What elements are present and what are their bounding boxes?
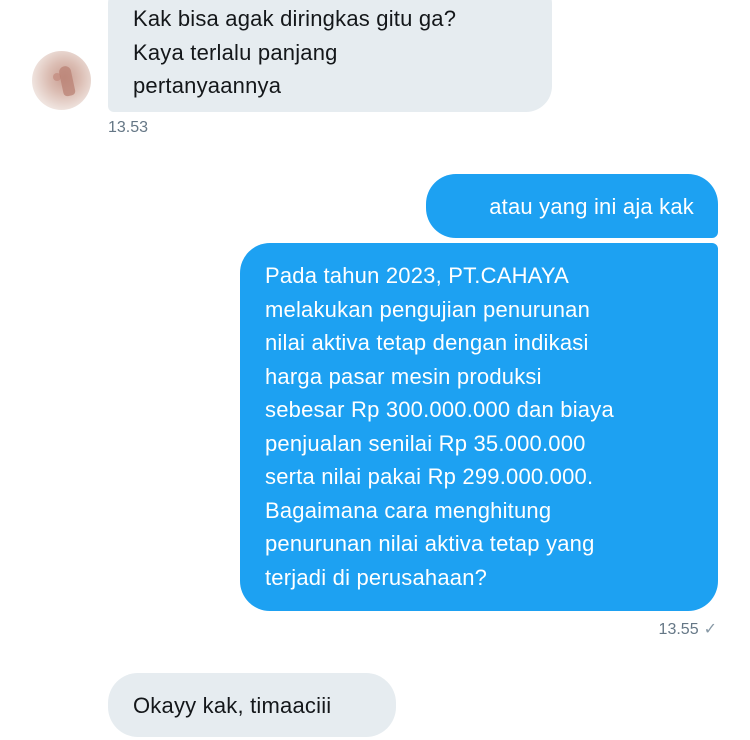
incoming-message-bubble[interactable]: Okayy kak, timaaciii (108, 673, 396, 737)
message-timestamp: 13.55 (658, 621, 699, 638)
outgoing-message-bubble[interactable]: atau yang ini aja kak (426, 174, 718, 238)
avatar-figure (58, 65, 76, 97)
outgoing-message-bubble[interactable]: Pada tahun 2023, PT.CAHAYA melakukan pen… (240, 243, 718, 611)
contact-avatar[interactable] (32, 51, 91, 110)
check-icon: ✓ (703, 621, 717, 638)
message-status: 13.55 ✓ (659, 619, 717, 639)
incoming-message-bubble[interactable]: Kak bisa agak diringkas gitu ga? Kaya te… (108, 0, 552, 112)
message-timestamp: 13.53 (108, 119, 149, 136)
